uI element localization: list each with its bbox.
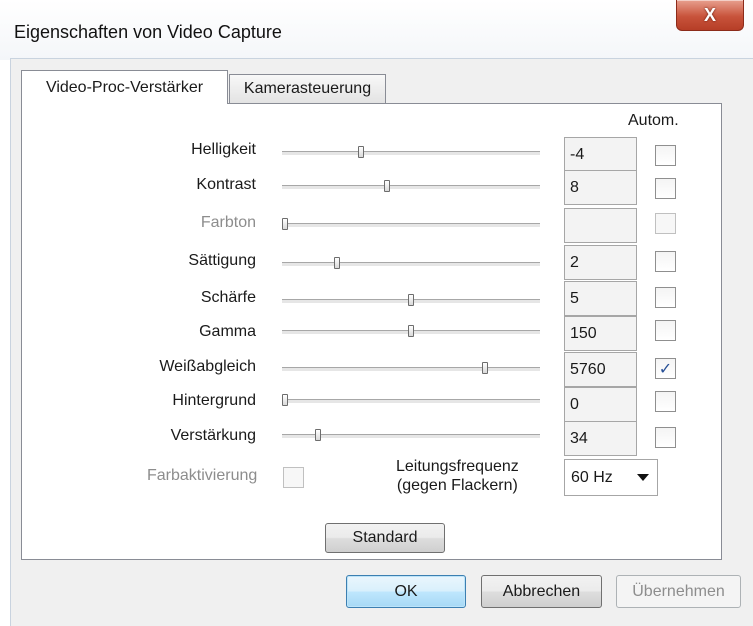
auto-checkbox-gain[interactable] [655,427,676,448]
value-sharpness[interactable]: 5 [564,281,637,316]
slider-white-balance[interactable] [282,362,540,374]
slider-thumb[interactable] [408,294,414,306]
slider-thumb[interactable] [282,394,288,406]
label-white-balance: Weißabgleich [159,358,256,375]
properties-layer: Autom. Helligkeit -4 Kontrast 8 Farbton … [0,0,753,625]
value-hue [564,208,637,243]
label-sharpness: Schärfe [200,289,256,306]
value-contrast[interactable]: 8 [564,170,637,205]
auto-checkbox-white-balance[interactable]: ✓ [655,358,676,379]
slider-gain[interactable] [282,429,540,441]
slider-saturation[interactable] [282,257,540,269]
label-gamma: Gamma [199,323,256,340]
slider-thumb[interactable] [334,257,340,269]
value-white-balance[interactable]: 5760 [564,352,637,387]
power-line-selected-value: 60 Hz [571,468,613,486]
slider-gamma[interactable] [282,325,540,337]
label-gain: Verstärkung [170,427,256,444]
auto-checkbox-hue [655,213,676,234]
color-enable-label: Farbaktivierung [147,467,258,484]
auto-checkbox-brightness[interactable] [655,145,676,166]
label-saturation: Sättigung [188,252,256,269]
auto-checkbox-gamma[interactable] [655,320,676,341]
label-backlight: Hintergrund [172,392,256,409]
slider-thumb[interactable] [315,429,321,441]
checkmark-icon: ✓ [658,360,673,378]
value-brightness[interactable]: -4 [564,137,637,172]
slider-hue [282,218,540,230]
value-backlight[interactable]: 0 [564,387,637,422]
dropdown-arrow-icon [637,474,649,481]
power-line-label-line2: (gegen Flackern) [396,477,518,494]
slider-thumb[interactable] [408,325,414,337]
slider-sharpness[interactable] [282,294,540,306]
power-line-frequency-select[interactable]: 60 Hz [564,459,658,496]
slider-contrast[interactable] [282,180,540,192]
standard-button[interactable]: Standard [325,523,445,553]
auto-checkbox-sharpness[interactable] [655,287,676,308]
value-gain[interactable]: 34 [564,421,637,456]
slider-thumb[interactable] [482,362,488,374]
auto-checkbox-contrast[interactable] [655,178,676,199]
slider-backlight[interactable] [282,394,540,406]
slider-thumb[interactable] [358,146,364,158]
power-line-label-line1: Leitungsfrequenz [396,458,519,475]
auto-checkbox-backlight[interactable] [655,391,676,412]
label-contrast: Kontrast [196,176,256,193]
power-line-frequency-label: Leitungsfrequenz (gegen Flackern) [396,457,519,495]
value-gamma[interactable]: 150 [564,316,637,351]
slider-brightness[interactable] [282,146,540,158]
label-hue: Farbton [200,214,256,231]
color-enable-checkbox [283,467,304,488]
label-brightness: Helligkeit [191,141,256,158]
auto-checkbox-saturation[interactable] [655,251,676,272]
autom-column-header: Autom. [628,112,679,129]
value-saturation[interactable]: 2 [564,245,637,280]
slider-thumb[interactable] [384,180,390,192]
slider-thumb [282,218,288,230]
